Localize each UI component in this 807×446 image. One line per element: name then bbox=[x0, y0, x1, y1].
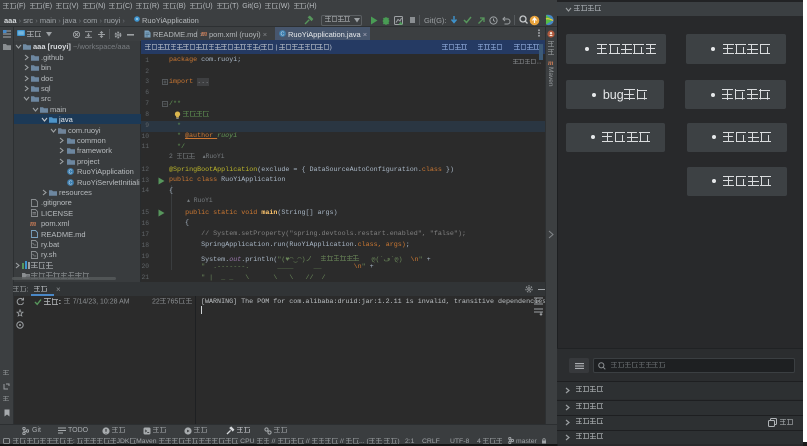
svg-text:C: C bbox=[69, 170, 73, 175]
svg-text:C: C bbox=[69, 180, 73, 185]
svg-text:C: C bbox=[281, 31, 285, 36]
